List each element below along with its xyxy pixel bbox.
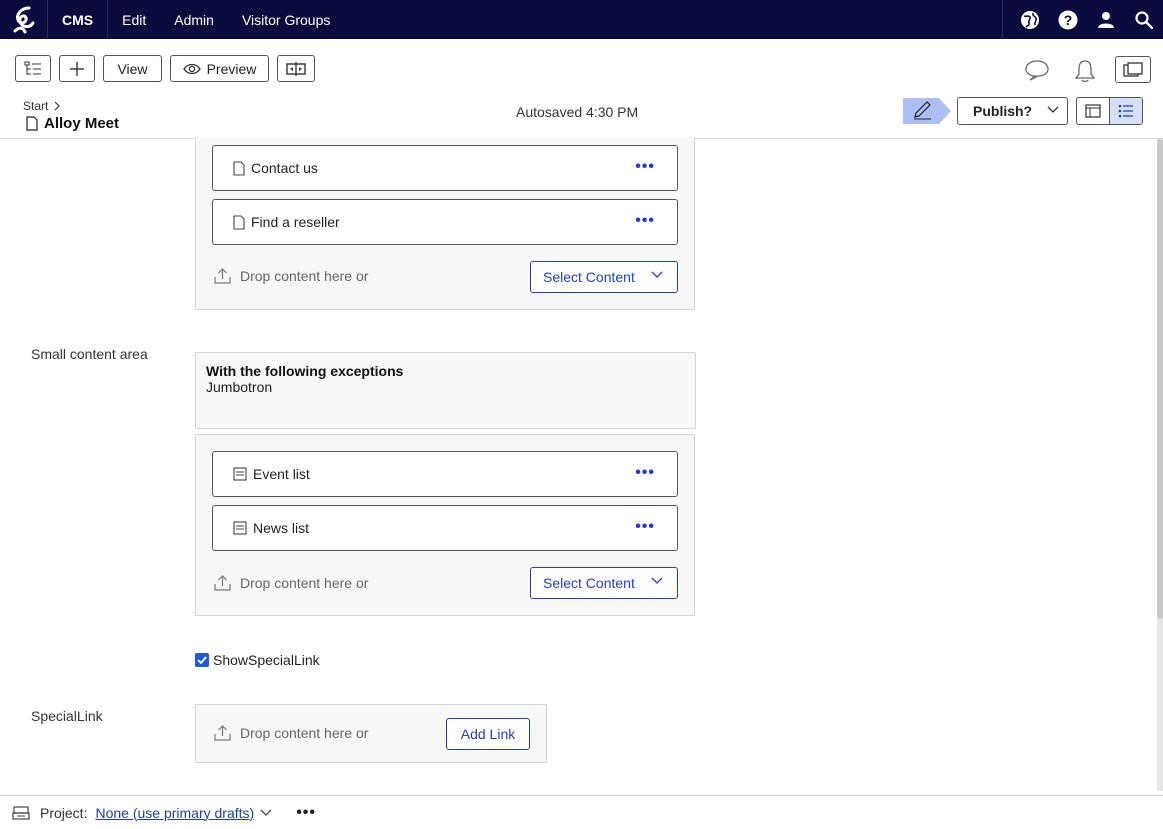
tree-toggle-button[interactable] xyxy=(15,55,51,82)
view-mode-toggle xyxy=(1076,97,1143,125)
publish-button[interactable]: Publish? xyxy=(957,97,1068,125)
add-link-button[interactable]: Add Link xyxy=(446,718,530,750)
drop-text: Drop content here or xyxy=(240,267,369,284)
special-link-label: SpecialLink xyxy=(31,708,103,724)
compare-button[interactable] xyxy=(277,55,315,82)
select-content-button[interactable]: Select Content xyxy=(530,567,678,599)
preview-button[interactable]: Preview xyxy=(170,55,269,82)
drop-zone[interactable]: Drop content here or xyxy=(214,267,368,284)
scrollbar-thumb[interactable] xyxy=(1157,139,1163,619)
publish-label: Publish? xyxy=(973,103,1033,119)
breadcrumb: Start xyxy=(23,99,61,113)
more-options-icon[interactable]: ••• xyxy=(635,212,655,230)
project-selector[interactable]: None (use primary drafts) xyxy=(95,805,254,821)
drop-text: Drop content here or xyxy=(240,574,369,591)
view-button[interactable]: View xyxy=(103,55,162,82)
exceptions-heading: With the following exceptions xyxy=(206,363,404,379)
add-button[interactable] xyxy=(59,55,95,82)
folder-icon xyxy=(1123,61,1143,77)
bell-icon[interactable] xyxy=(1074,59,1096,86)
page-title: Alloy Meet xyxy=(26,115,119,132)
chevron-down-icon xyxy=(651,271,663,278)
comment-icon[interactable] xyxy=(1024,59,1050,84)
svg-text:?: ? xyxy=(1064,12,1073,28)
search-icon[interactable] xyxy=(1125,0,1163,39)
all-properties-view-button[interactable] xyxy=(1109,98,1142,124)
list-icon xyxy=(1118,104,1133,118)
logo-icon xyxy=(13,6,34,33)
plus-icon xyxy=(70,61,84,76)
page-title-text: Alloy Meet xyxy=(44,115,120,132)
upload-icon xyxy=(214,725,231,741)
select-content-label: Select Content xyxy=(543,575,635,591)
project-bar: Project: None (use primary drafts) ••• xyxy=(0,795,1163,829)
content-item-label: Event list xyxy=(253,466,310,482)
globe-icon[interactable] xyxy=(1011,0,1049,39)
help-icon[interactable]: ? xyxy=(1049,0,1087,39)
content-item[interactable]: News list ••• xyxy=(212,505,678,551)
chevron-down-icon xyxy=(651,577,663,584)
project-icon xyxy=(12,805,30,820)
chevron-right-icon xyxy=(54,101,61,111)
content-item[interactable]: Find a reseller ••• xyxy=(212,199,678,245)
top-navigation: CMS Edit Admin Visitor Groups ? xyxy=(0,0,1163,39)
select-content-button[interactable]: Select Content xyxy=(530,261,678,293)
select-content-label: Select Content xyxy=(543,269,635,285)
nav-edit[interactable]: Edit xyxy=(108,0,160,39)
on-page-edit-view-button[interactable] xyxy=(1077,98,1109,124)
content-item[interactable]: Contact us ••• xyxy=(212,145,678,191)
drop-zone[interactable]: Drop content here or xyxy=(214,574,368,591)
exceptions-panel: With the following exceptions Jumbotron xyxy=(195,352,696,429)
content-item-label: News list xyxy=(253,520,310,536)
page-icon xyxy=(233,214,245,230)
content-item[interactable]: Event list ••• xyxy=(212,451,678,497)
more-options-icon[interactable]: ••• xyxy=(635,518,655,536)
pencil-icon xyxy=(903,98,951,124)
scrollbar[interactable] xyxy=(1157,139,1163,791)
upload-icon xyxy=(214,268,231,284)
nav-admin[interactable]: Admin xyxy=(160,0,228,39)
autosave-status: Autosaved 4:30 PM xyxy=(516,104,639,120)
small-content-area-label: Small content area xyxy=(31,346,148,362)
assets-panel-button[interactable] xyxy=(1115,56,1151,83)
page-icon xyxy=(26,116,38,131)
drop-zone[interactable]: Drop content here or xyxy=(214,724,368,741)
exceptions-text: Jumbotron xyxy=(206,379,273,395)
show-special-link-checkbox[interactable]: ShowSpecialLink xyxy=(195,652,320,668)
more-options-icon[interactable]: ••• xyxy=(296,804,316,822)
tree-icon xyxy=(24,61,41,75)
optimizely-logo[interactable] xyxy=(0,0,48,39)
project-label: Project: xyxy=(40,804,88,821)
layout-icon xyxy=(1085,104,1101,118)
toolbar: View Preview xyxy=(0,39,1163,99)
nav-cms[interactable]: CMS xyxy=(48,0,109,39)
content-item-label: Contact us xyxy=(251,160,318,176)
eye-icon xyxy=(182,63,201,74)
content-item-label: Find a reseller xyxy=(251,214,340,230)
more-options-icon[interactable]: ••• xyxy=(635,158,655,176)
edit-mode-button[interactable] xyxy=(903,98,951,124)
upload-icon xyxy=(214,575,231,591)
checkbox-checked-icon[interactable] xyxy=(195,653,209,667)
more-options-icon[interactable]: ••• xyxy=(635,464,655,482)
chevron-down-icon xyxy=(1047,106,1059,113)
breadcrumb-start[interactable]: Start xyxy=(23,99,48,113)
preview-label: Preview xyxy=(206,60,257,77)
user-icon[interactable] xyxy=(1087,0,1125,39)
topnav-actions: ? xyxy=(1002,0,1163,39)
show-special-link-label: ShowSpecialLink xyxy=(213,652,320,668)
page-icon xyxy=(233,160,245,176)
block-icon xyxy=(233,521,247,535)
compare-icon xyxy=(286,61,306,76)
block-icon xyxy=(233,467,247,481)
drop-text: Drop content here or xyxy=(240,724,369,741)
chevron-down-icon[interactable] xyxy=(260,809,272,817)
nav-visitor-groups[interactable]: Visitor Groups xyxy=(228,0,344,39)
